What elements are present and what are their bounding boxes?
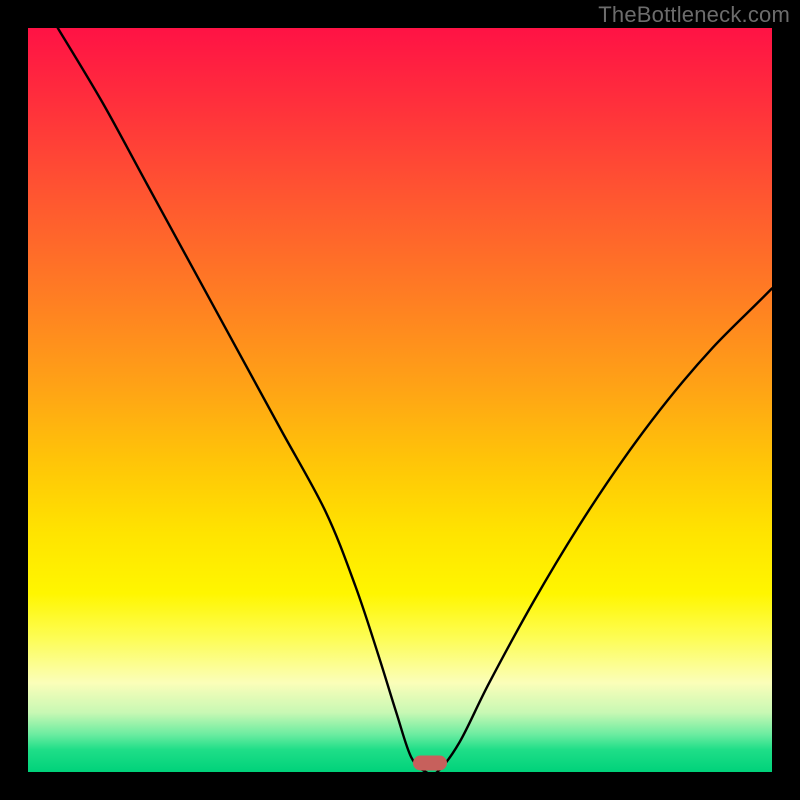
chart-stage: TheBottleneck.com [0, 0, 800, 800]
bottleneck-curve [28, 28, 772, 772]
optimal-marker [413, 756, 447, 771]
plot-area [28, 28, 772, 772]
watermark-text: TheBottleneck.com [598, 2, 790, 28]
